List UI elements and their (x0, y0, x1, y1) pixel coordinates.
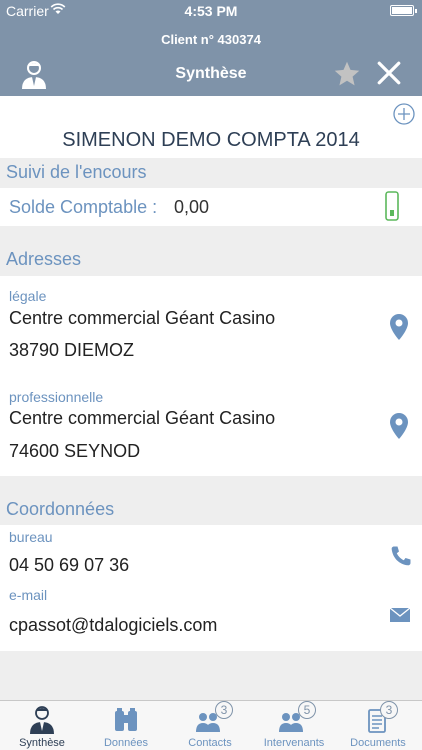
map-pin-icon[interactable] (388, 313, 410, 341)
address-line1-professionnelle: Centre commercial Géant Casino (9, 408, 276, 428)
adresses-card: légale Centre commercial Géant Casino 38… (0, 276, 422, 476)
status-bar: Carrier 4:53 PM (0, 0, 422, 22)
contacts-icon (196, 713, 220, 732)
clock: 4:53 PM (184, 3, 238, 19)
close-icon[interactable] (376, 60, 402, 86)
intervenants-icon (279, 713, 303, 732)
contacts-count-badge: 3 (215, 701, 233, 719)
solde-row: Solde Comptable : 0,00 (0, 188, 422, 226)
add-circle-icon[interactable] (393, 103, 415, 125)
tab-label: Intervenants (263, 737, 325, 749)
tab-bar: Synthèse Données 3 Contacts 5 Intervenan… (0, 700, 422, 750)
address-type-legale: légale (9, 288, 47, 304)
phone-value[interactable]: 04 50 69 07 36 (9, 555, 129, 576)
tab-intervenants[interactable]: 5 Intervenants (252, 701, 336, 750)
tab-synthese[interactable]: Synthèse (0, 701, 84, 750)
documents-count-badge: 3 (380, 701, 398, 719)
intervenants-count-badge: 5 (298, 701, 316, 719)
company-name: SIMENON DEMO COMPTA 2014 (62, 129, 360, 151)
user-icon[interactable] (18, 58, 50, 90)
section-title-suivi: Suivi de l'encours (6, 162, 147, 182)
content-area: SIMENON DEMO COMPTA 2014 Suivi de l'enco… (0, 96, 422, 700)
binoculars-icon (115, 708, 137, 731)
address-type-professionnelle: professionnelle (9, 389, 104, 405)
mail-icon[interactable] (389, 606, 411, 624)
tab-donnees[interactable]: Données (84, 701, 168, 750)
star-icon[interactable] (333, 60, 361, 88)
address-city-professionnelle: 74600 SEYNOD (9, 441, 141, 461)
nav-bar: Client n° 430374 Synthèse (0, 22, 422, 96)
phone-label: bureau (9, 529, 53, 545)
solde-label: Solde Comptable : (9, 197, 158, 217)
coordonnees-card: bureau 04 50 69 07 36 e-mail cpassot@tda… (0, 525, 422, 651)
battery-icon (390, 5, 417, 16)
tab-documents[interactable]: 3 Documents (336, 701, 420, 750)
email-label: e-mail (9, 587, 48, 603)
client-number: Client n° 430374 (161, 32, 261, 47)
section-title-coordonnees: Coordonnées (6, 499, 115, 519)
solde-value: 0,00 (174, 197, 210, 217)
tab-label: Données (103, 737, 149, 749)
person-icon (30, 706, 54, 734)
tab-label: Synthèse (19, 737, 65, 749)
tab-contacts[interactable]: 3 Contacts (168, 701, 252, 750)
tab-label: Contacts (188, 737, 232, 749)
map-pin-icon[interactable] (388, 412, 410, 440)
tab-label: Documents (350, 737, 406, 749)
address-city-legale: 38790 DIEMOZ (9, 340, 135, 360)
section-title-adresses: Adresses (6, 249, 82, 269)
email-value[interactable]: cpassot@tdalogiciels.com (9, 615, 217, 636)
phone-icon[interactable] (389, 544, 413, 568)
address-line1-legale: Centre commercial Géant Casino (9, 308, 276, 328)
phone-status-icon[interactable] (385, 191, 399, 221)
documents-icon (368, 709, 386, 733)
